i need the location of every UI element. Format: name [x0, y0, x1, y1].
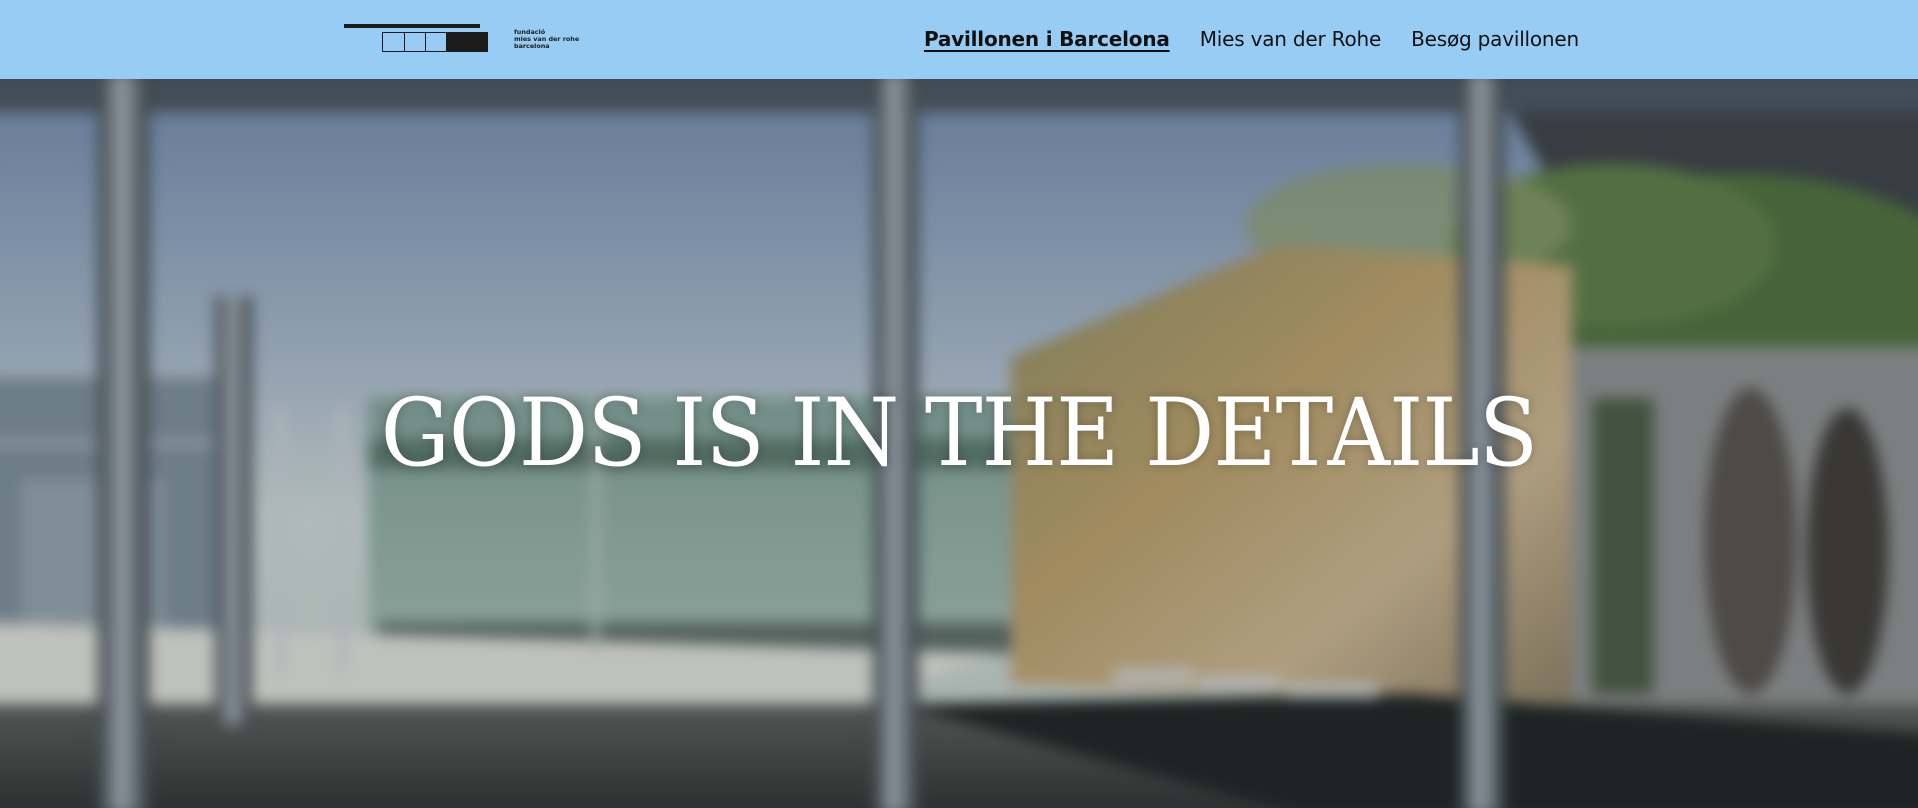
- logo-line-3: barcelona: [514, 42, 550, 50]
- hero-section: GODS IS IN THE DETAILS: [0, 79, 1918, 808]
- site-logo-link[interactable]: fundació mies van der rohe barcelona: [344, 24, 580, 54]
- nav-link-besog-pavillonen[interactable]: Besøg pavillonen: [1411, 24, 1579, 54]
- logo-text: fundació mies van der rohe barcelona: [514, 29, 579, 50]
- nav-link-pavillonen-i-barcelona[interactable]: Pavillonen i Barcelona: [924, 24, 1170, 54]
- main-nav: Pavillonen i Barcelona Mies van der Rohe…: [924, 24, 1579, 54]
- hero-headline: GODS IS IN THE DETAILS: [380, 379, 1538, 488]
- nav-link-mies-van-der-rohe[interactable]: Mies van der Rohe: [1200, 24, 1382, 54]
- site-header: fundació mies van der rohe barcelona Pav…: [0, 0, 1918, 79]
